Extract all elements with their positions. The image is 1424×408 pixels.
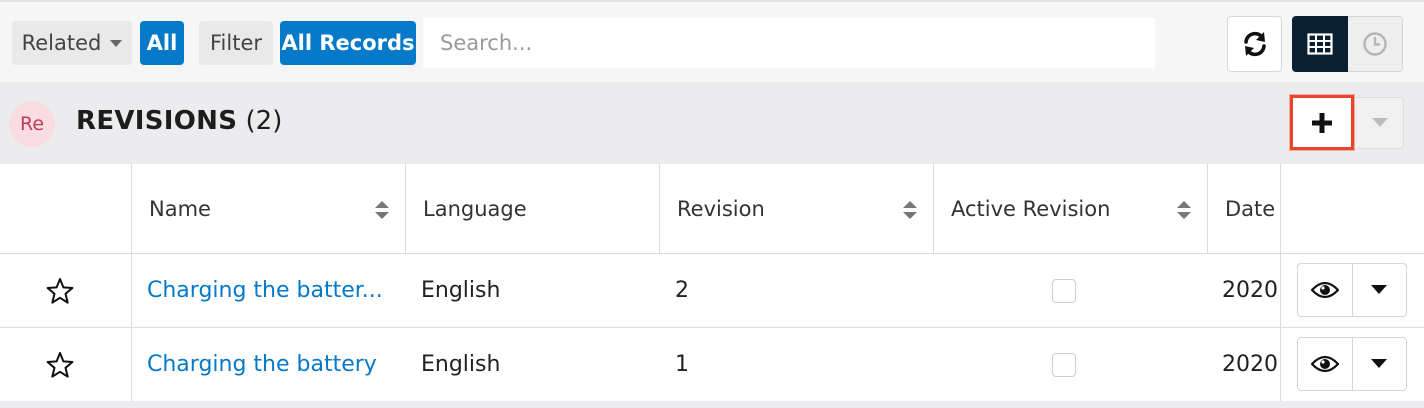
caret-down-icon — [1371, 285, 1388, 294]
favorite-button[interactable] — [46, 254, 76, 327]
eye-icon — [1310, 281, 1339, 299]
column-divider — [1280, 164, 1281, 401]
related-all-button[interactable]: All — [140, 21, 184, 65]
table-row: Charging the battery English 1 2020 — [0, 328, 1424, 402]
caret-down-icon — [1371, 118, 1388, 127]
active-revision-checkbox — [1052, 254, 1082, 327]
preview-button[interactable] — [1298, 338, 1352, 390]
filter-all-records-button[interactable]: All Records — [280, 21, 416, 65]
date-cell: 2020 — [1222, 352, 1278, 377]
subpanel-title[interactable]: REVISIONS (2) — [76, 106, 282, 136]
row-actions-dropdown[interactable] — [1351, 264, 1407, 316]
column-label: Active Revision — [951, 197, 1111, 221]
sort-icon — [903, 201, 917, 219]
active-revision-checkbox — [1052, 328, 1082, 401]
related-label: Related — [21, 31, 102, 55]
column-header-revision[interactable]: Revision — [659, 164, 933, 254]
column-header-actions — [1280, 164, 1424, 254]
filter-label[interactable]: Filter — [199, 21, 273, 65]
column-label: Name — [149, 197, 211, 221]
revision-cell: 1 — [675, 352, 689, 377]
revision-cell: 2 — [675, 278, 689, 303]
column-header-name[interactable]: Name — [131, 164, 405, 254]
row-actions-dropdown[interactable] — [1351, 338, 1407, 390]
activity-stream-button[interactable] — [1348, 16, 1403, 72]
record-name-link[interactable]: Charging the battery — [147, 328, 395, 401]
refresh-icon — [1243, 31, 1266, 57]
row-actions — [1297, 263, 1407, 317]
row-actions — [1297, 337, 1407, 391]
preview-button[interactable] — [1298, 264, 1352, 316]
table-footer-strip — [0, 401, 1424, 408]
module-avatar: Re — [9, 101, 55, 147]
refresh-button[interactable] — [1227, 16, 1282, 72]
search-input[interactable] — [423, 18, 1155, 68]
plus-icon — [1312, 112, 1332, 133]
sort-icon — [1177, 201, 1191, 219]
star-icon — [46, 351, 74, 378]
language-cell: English — [421, 352, 501, 377]
subpanel-title-text: REVISIONS — [76, 106, 238, 136]
create-record-button[interactable] — [1290, 95, 1354, 150]
clock-icon — [1363, 32, 1387, 56]
subpanel-record-count: (2) — [245, 106, 283, 136]
column-header-language[interactable]: Language — [405, 164, 659, 254]
favorite-button[interactable] — [46, 328, 76, 401]
column-header-active-revision[interactable]: Active Revision — [933, 164, 1207, 254]
date-cell: 2020 — [1222, 278, 1278, 303]
star-icon — [46, 277, 74, 304]
column-divider — [131, 164, 132, 401]
record-name-link[interactable]: Charging the batter... — [147, 254, 395, 327]
caret-down-icon — [1371, 359, 1388, 368]
list-view-button[interactable] — [1292, 16, 1348, 72]
column-label: Language — [423, 197, 527, 221]
list-view-icon — [1307, 33, 1333, 55]
column-header-date[interactable]: Date — [1207, 164, 1280, 254]
list-toolbar: Related All Filter All Records — [0, 0, 1424, 82]
subpanel-actions-dropdown[interactable] — [1356, 97, 1404, 149]
caret-down-icon — [110, 39, 123, 47]
language-cell: English — [421, 278, 501, 303]
sort-icon — [375, 201, 389, 219]
table-header: Name Language Revision Active Revision D… — [0, 164, 1424, 254]
column-label: Date — [1225, 197, 1276, 221]
eye-icon — [1310, 355, 1339, 373]
column-label: Revision — [677, 197, 765, 221]
related-dropdown[interactable]: Related — [12, 21, 132, 65]
table-row: Charging the batter... English 2 2020 — [0, 254, 1424, 328]
